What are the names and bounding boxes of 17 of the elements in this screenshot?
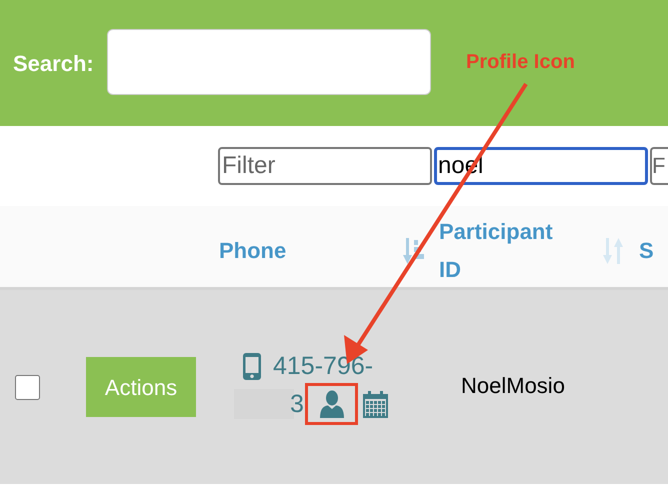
participant-id: NoelMosio bbox=[460, 372, 565, 400]
column-header[interactable]: S bbox=[639, 226, 654, 267]
profile-icon[interactable] bbox=[320, 390, 344, 418]
filter-field[interactable]: Filter bbox=[218, 147, 432, 185]
search-field[interactable] bbox=[106, 29, 431, 95]
row-checkbox[interactable] bbox=[15, 374, 40, 400]
phone-number: 3 bbox=[290, 389, 304, 419]
search-label: Search: bbox=[13, 50, 94, 78]
column-header[interactable]: Participant ID bbox=[439, 212, 574, 287]
phone-number: 415-796- bbox=[273, 351, 374, 381]
mobile-phone-icon bbox=[243, 352, 261, 380]
annotation-label: Profile Icon bbox=[466, 50, 575, 75]
sort-descending-icon[interactable] bbox=[403, 236, 425, 266]
filter-field[interactable]: F bbox=[650, 147, 668, 185]
actions-button[interactable]: Actions bbox=[86, 357, 196, 417]
column-header[interactable]: Phone bbox=[219, 232, 354, 270]
calendar-icon[interactable] bbox=[363, 390, 388, 418]
